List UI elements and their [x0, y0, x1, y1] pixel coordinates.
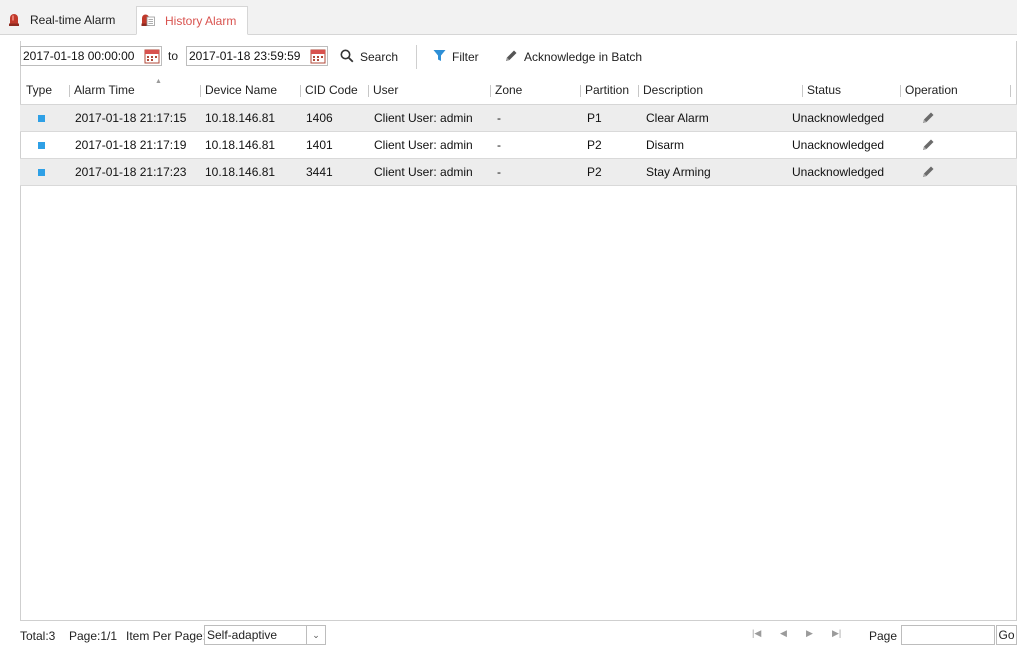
- edit-icon[interactable]: [921, 165, 935, 182]
- description-cell: Clear Alarm: [646, 111, 709, 125]
- partition-cell: P2: [587, 138, 602, 152]
- cid-code-cell: 1406: [306, 111, 333, 125]
- column-header-alarm-time[interactable]: Alarm Time: [69, 76, 135, 104]
- column-header-type[interactable]: Type: [26, 76, 52, 104]
- partition-cell: P2: [587, 165, 602, 179]
- tab-real-time-alarm[interactable]: Real-time Alarm: [8, 6, 115, 34]
- column-header-divider: [1010, 76, 1015, 104]
- total-count: Total:3: [20, 629, 56, 643]
- column-header-status[interactable]: Status: [802, 76, 841, 104]
- status-cell: Unacknowledged: [792, 111, 885, 125]
- chevron-down-icon[interactable]: ⌄: [306, 625, 326, 645]
- column-header-partition[interactable]: Partition: [580, 76, 629, 104]
- column-header-zone[interactable]: Zone: [490, 76, 522, 104]
- filter-icon: [433, 49, 446, 65]
- search-button[interactable]: Search: [340, 47, 398, 67]
- alarm-type-icon: [38, 142, 45, 149]
- alarm-time-cell: 2017-01-18 21:17:23: [75, 165, 187, 179]
- start-time-value: 2017-01-18 00:00:00: [23, 49, 135, 63]
- acknowledge-in-batch-label: Acknowledge in Batch: [524, 50, 643, 64]
- edit-icon[interactable]: [921, 111, 935, 128]
- device-name-cell: 10.18.146.81: [205, 138, 276, 152]
- column-header-description[interactable]: Description: [638, 76, 703, 104]
- cid-code-cell: 3441: [306, 165, 333, 179]
- search-toolbar: 2017-01-18 00:00:00 to 2017-01-18 23:59:…: [20, 45, 1017, 69]
- table-row[interactable]: 2017-01-18 21:17:23 10.18.146.81 3441 Cl…: [20, 159, 1017, 186]
- zone-cell: -: [497, 138, 501, 152]
- tab-history-alarm-label: History Alarm: [165, 13, 237, 28]
- first-page-icon[interactable]: |◀: [752, 628, 761, 639]
- alarm-time-cell: 2017-01-18 21:17:15: [75, 111, 187, 125]
- tab-history-alarm[interactable]: History Alarm: [136, 6, 248, 35]
- end-time-value: 2017-01-18 23:59:59: [189, 49, 301, 63]
- zone-cell: -: [497, 111, 501, 125]
- description-cell: Disarm: [646, 138, 684, 152]
- page-number-input[interactable]: [901, 625, 995, 645]
- item-per-page-label: Item Per Page:: [126, 629, 207, 643]
- table-row[interactable]: 2017-01-18 21:17:19 10.18.146.81 1401 Cl…: [20, 132, 1017, 159]
- status-cell: Unacknowledged: [792, 138, 885, 152]
- cid-code-cell: 1401: [306, 138, 333, 152]
- alarm-type-icon: [38, 169, 45, 176]
- calendar-icon[interactable]: [310, 48, 326, 67]
- column-header-user[interactable]: User: [368, 76, 398, 104]
- edit-icon[interactable]: [921, 138, 935, 155]
- device-name-cell: 10.18.146.81: [205, 111, 276, 125]
- column-header-cid-code[interactable]: CID Code: [300, 76, 358, 104]
- alarm-light-icon: [8, 12, 20, 29]
- go-button[interactable]: Go: [996, 625, 1017, 645]
- alarm-time-cell: 2017-01-18 21:17:19: [75, 138, 187, 152]
- page-label: Page: [869, 629, 898, 643]
- user-cell: Client User: admin: [374, 111, 473, 125]
- item-per-page-select[interactable]: Self-adaptive: [204, 625, 307, 645]
- status-cell: Unacknowledged: [792, 165, 885, 179]
- last-page-icon[interactable]: ▶|: [832, 628, 841, 639]
- previous-page-icon[interactable]: ◀: [780, 628, 787, 639]
- tab-real-time-alarm-label: Real-time Alarm: [30, 13, 116, 27]
- column-header-operation[interactable]: Operation: [900, 76, 958, 104]
- filter-button-label: Filter: [452, 50, 479, 64]
- partition-cell: P1: [587, 111, 602, 125]
- search-icon: [340, 49, 354, 66]
- pencil-icon: [504, 49, 518, 66]
- column-header-device-name[interactable]: Device Name: [200, 76, 277, 104]
- user-cell: Client User: admin: [374, 138, 473, 152]
- filter-button[interactable]: Filter: [433, 47, 479, 67]
- search-button-label: Search: [360, 50, 399, 64]
- description-cell: Stay Arming: [646, 165, 711, 179]
- end-time-field[interactable]: 2017-01-18 23:59:59: [186, 46, 328, 66]
- device-name-cell: 10.18.146.81: [205, 165, 276, 179]
- next-page-icon[interactable]: ▶: [806, 628, 813, 639]
- page-indicator: Page:1/1: [69, 629, 118, 643]
- item-per-page-value: Self-adaptive: [207, 628, 278, 642]
- alarm-type-icon: [38, 115, 45, 122]
- calendar-icon[interactable]: [144, 48, 160, 67]
- user-cell: Client User: admin: [374, 165, 473, 179]
- date-range-to-label: to: [168, 49, 179, 63]
- pagination-footer: Total:3 Page:1/1 Item Per Page: Self-ada…: [20, 624, 1017, 646]
- alarm-history-icon: [141, 12, 155, 29]
- table-header: Type Alarm Time ▲ Device Name CID Code U…: [20, 76, 1017, 105]
- sort-ascending-icon: ▲: [155, 78, 162, 85]
- start-time-field[interactable]: 2017-01-18 00:00:00: [20, 46, 162, 66]
- table-row[interactable]: 2017-01-18 21:17:15 10.18.146.81 1406 Cl…: [20, 105, 1017, 132]
- acknowledge-in-batch-button[interactable]: Acknowledge in Batch: [504, 47, 642, 67]
- zone-cell: -: [497, 165, 501, 179]
- toolbar-separator: [416, 45, 417, 69]
